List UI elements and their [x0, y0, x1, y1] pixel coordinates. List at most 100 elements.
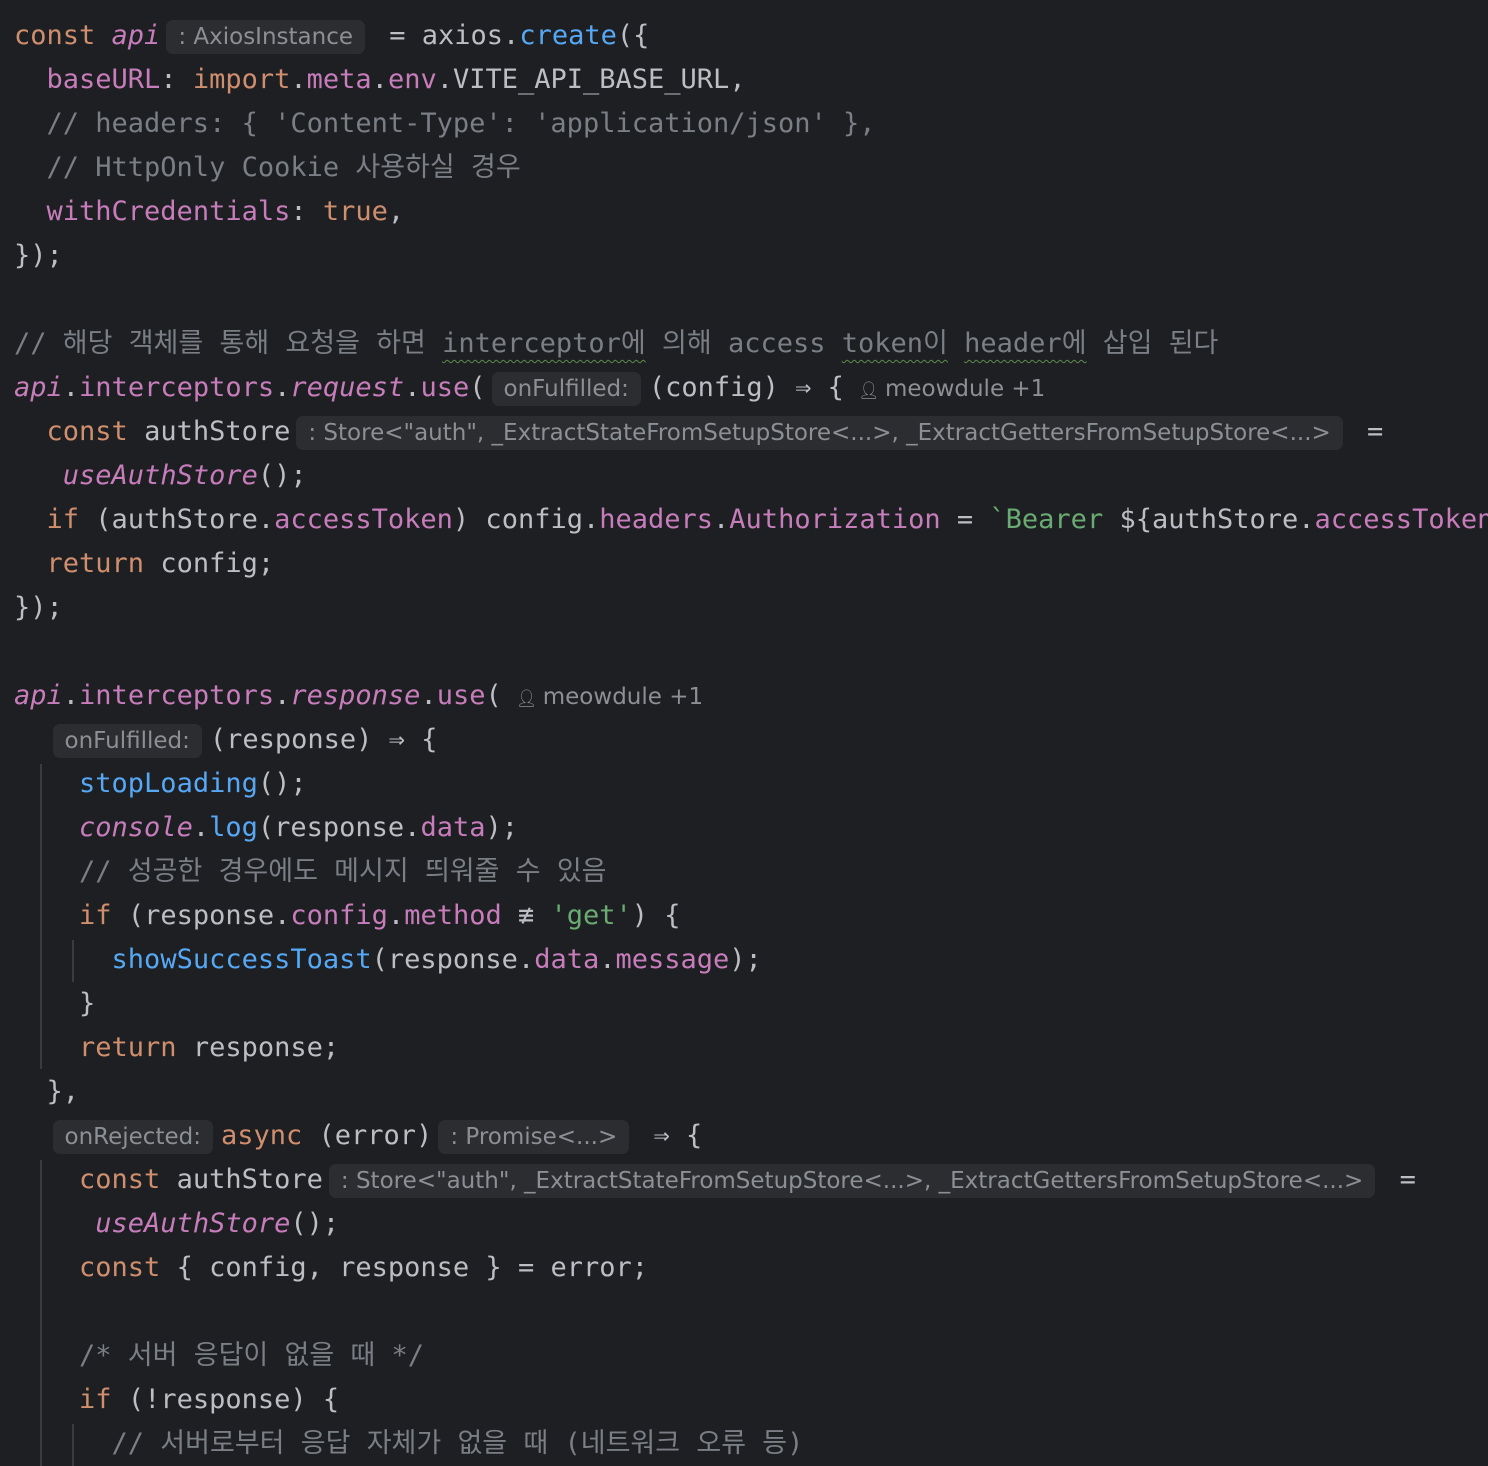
code-line[interactable]: return response; [14, 1026, 339, 1070]
code-token: . [274, 680, 291, 711]
code-token: (authStore. [95, 504, 275, 535]
code-token: }, [14, 1076, 80, 1107]
inlay-hint: onFulfilled: [491, 371, 641, 406]
code-line[interactable]: showSuccessToast(response.data.message); [14, 938, 762, 982]
code-line[interactable]: onFulfilled: (response) ⇒ { [14, 718, 437, 762]
code-token: . [371, 64, 388, 95]
code-token: authStore [144, 416, 291, 447]
code-token: useAuthStore [62, 460, 258, 491]
code-line[interactable]: // 해당 객체를 통해 요청을 하면 interceptor에 의해 acce… [14, 322, 1218, 366]
code-line[interactable]: useAuthStore(); [14, 454, 307, 498]
code-token: header에 [964, 328, 1087, 359]
inlay-hint: : Store<"auth", _ExtractStateFromSetupSt… [296, 415, 1343, 450]
inlay-hint: onFulfilled: [52, 723, 202, 758]
code-token: . [420, 680, 437, 711]
code-line[interactable]: /* 서버 응답이 없을 때 */ [14, 1334, 424, 1378]
code-token: console [79, 812, 193, 843]
code-token: . [62, 372, 80, 403]
code-token: .VITE_API_BASE_URL, [436, 64, 746, 95]
code-line[interactable]: const authStore: Store<"auth", _ExtractS… [14, 410, 1383, 454]
code-token: (response) ⇒ { [209, 724, 438, 755]
code-line[interactable]: }); [14, 586, 63, 630]
code-line[interactable]: // 서버로부터 응답 자체가 없을 때 (네트워크 오류 등) [14, 1422, 804, 1466]
code-token: (error) [318, 1120, 433, 1151]
code-line[interactable]: api.interceptors.request.use(onFulfilled… [14, 366, 1045, 410]
code-line[interactable]: // 성공한 경우에도 메시지 띄워줄 수 있음 [14, 850, 607, 894]
code-token: response [290, 680, 421, 711]
code-token: (response. [371, 944, 535, 975]
code-line[interactable]: }, [14, 1070, 80, 1114]
code-line[interactable]: // HttpOnly Cookie 사용하실 경우 [14, 146, 521, 190]
code-token: interceptors [79, 372, 275, 403]
code-token: authStore [176, 1164, 323, 1195]
code-token: create [519, 20, 617, 51]
code-line[interactable]: const api: AxiosInstance = axios.create(… [14, 14, 649, 58]
code-line[interactable]: }); [14, 234, 63, 278]
code-token: data [534, 944, 600, 975]
code-token: . [713, 504, 730, 535]
code-token: accessToken [1314, 504, 1488, 535]
code-line[interactable]: // headers: { 'Content-Type': 'applicati… [14, 102, 876, 146]
code-token: import [192, 64, 291, 95]
code-line[interactable]: if (response.config.method ≢ 'get') { [14, 894, 681, 938]
code-token: data [420, 812, 486, 843]
code-line[interactable]: console.log(response.data); [14, 806, 518, 850]
author-label: meowdule +1 [884, 376, 1046, 402]
code-token: 의해 access [645, 328, 842, 359]
code-line[interactable]: const { config, response } = error; [14, 1246, 648, 1290]
code-token: message [615, 944, 730, 975]
code-line[interactable]: onRejected: async (error): Promise<...> ⇒… [14, 1114, 702, 1158]
code-token: if [79, 900, 128, 931]
code-token: } [14, 988, 96, 1019]
code-token: headers [599, 504, 714, 535]
code-token: const [14, 20, 112, 51]
code-token: (config) ⇒ { [648, 372, 844, 403]
code-token: token이 [841, 328, 948, 359]
code-token: . [274, 372, 291, 403]
code-line[interactable]: baseURL: import.meta.env.VITE_API_BASE_U… [14, 58, 746, 102]
code-line[interactable]: } [14, 982, 95, 1026]
code-token: = [1350, 416, 1384, 447]
code-line[interactable]: const authStore: Store<"auth", _ExtractS… [14, 1158, 1416, 1202]
code-token: async [220, 1120, 319, 1151]
code-editor[interactable]: const api: AxiosInstance = axios.create(… [0, 0, 1488, 1466]
code-token: ( [469, 372, 486, 403]
code-token: interceptor에 [442, 328, 646, 359]
code-line[interactable]: withCredentials: true, [14, 190, 405, 234]
code-token: interceptors [79, 680, 275, 711]
code-token: 삽입 된다 [1086, 328, 1219, 359]
code-token: env [387, 64, 437, 95]
code-line[interactable]: if (authStore.accessToken) config.header… [14, 498, 1488, 542]
code-token: use [436, 680, 486, 711]
user-icon: 👤︎ [515, 689, 543, 709]
code-author-hint[interactable]: 👤︎ meowdule +1 [516, 684, 703, 710]
code-token: . [387, 900, 405, 931]
code-token: . [290, 64, 307, 95]
code-line[interactable]: if (!response) { [14, 1378, 339, 1422]
code-token: return [79, 1032, 193, 1063]
code-token: if [79, 1384, 128, 1415]
inlay-hint: : Promise<...> [438, 1119, 630, 1154]
code-line[interactable]: return config; [14, 542, 275, 586]
code-token: // headers: { 'Content-Type': 'applicati… [14, 108, 876, 139]
user-icon: 👤︎ [857, 381, 885, 401]
code-token: const [79, 1164, 177, 1195]
code-line[interactable]: useAuthStore(); [14, 1202, 339, 1246]
code-line[interactable]: stopLoading(); [14, 762, 307, 806]
inlay-hint: : AxiosInstance [166, 19, 366, 54]
code-line[interactable]: api.interceptors.response.use(👤︎ meowdul… [14, 674, 703, 718]
code-author-hint[interactable]: 👤︎ meowdule +1 [858, 376, 1045, 402]
code-token: const [79, 1252, 177, 1283]
code-token: . [62, 680, 80, 711]
code-token: // 성공한 경우에도 메시지 띄워줄 수 있음 [14, 856, 607, 887]
code-token: ({ [616, 20, 650, 51]
